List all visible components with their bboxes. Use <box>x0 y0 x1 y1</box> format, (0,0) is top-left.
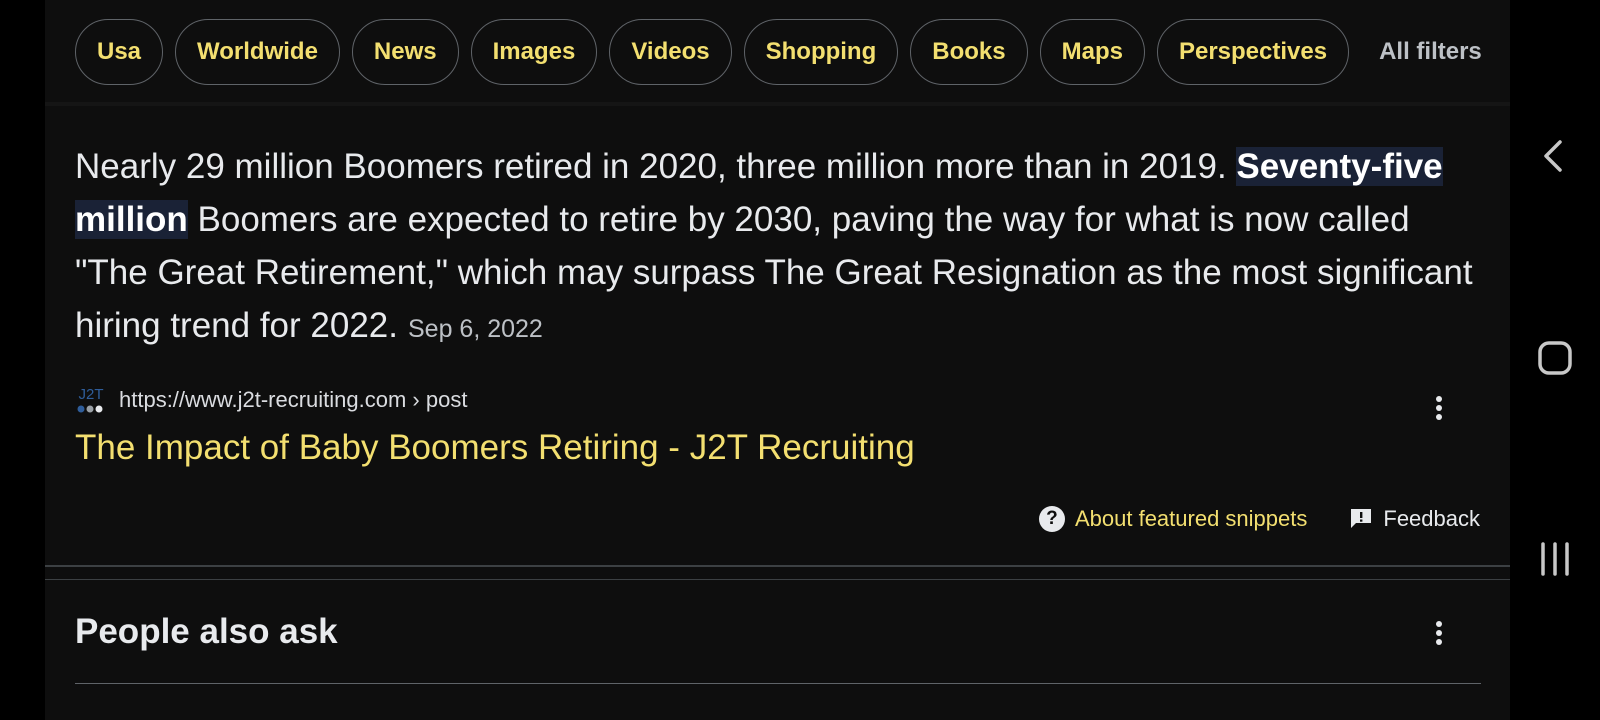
featured-snippet-text: Nearly 29 million Boomers retired in 202… <box>75 140 1475 356</box>
favicon-letters: J2T <box>78 386 103 403</box>
result-source[interactable]: J2T https://www.j2t-recruiting.com › pos… <box>75 384 467 416</box>
site-favicon: J2T <box>75 384 107 416</box>
chip-worldwide[interactable]: Worldwide <box>175 19 340 85</box>
result-url: https://www.j2t-recruiting.com › post <box>119 387 468 412</box>
question-circle-icon: ? <box>1038 506 1065 532</box>
more-vert-icon[interactable] <box>1429 393 1449 423</box>
chip-images[interactable]: Images <box>470 19 598 85</box>
section-divider <box>45 579 1510 580</box>
chip-news[interactable]: News <box>351 19 459 85</box>
recents-icon[interactable] <box>1535 539 1575 579</box>
result-title-link[interactable]: The Impact of Baby Boomers Retiring - J2… <box>75 428 915 468</box>
filter-chips: Usa Worldwide News Images Videos Shoppin… <box>75 19 1490 85</box>
snippet-footer: ? About featured snippets Feedback <box>1038 506 1480 532</box>
people-also-ask-title: People also ask <box>75 612 338 651</box>
all-filters-button[interactable]: All filters <box>1361 19 1490 85</box>
more-vert-icon[interactable] <box>1429 618 1449 648</box>
snippet-text-after: Boomers are expected to retire by 2030, … <box>75 200 1473 345</box>
home-icon[interactable] <box>1535 338 1575 378</box>
chip-perspectives[interactable]: Perspectives <box>1156 19 1350 85</box>
snippet-text-before: Nearly 29 million Boomers retired in 202… <box>75 147 1237 186</box>
snippet-date: Sep 6, 2022 <box>407 315 543 343</box>
filter-chips-bar: Usa Worldwide News Images Videos Shoppin… <box>45 0 1510 106</box>
chip-usa[interactable]: Usa <box>75 19 164 85</box>
people-also-ask-divider <box>75 683 1481 684</box>
chip-maps[interactable]: Maps <box>1039 19 1145 85</box>
chip-shopping[interactable]: Shopping <box>743 19 899 85</box>
chip-videos[interactable]: Videos <box>609 19 732 85</box>
feedback-label: Feedback <box>1383 506 1480 531</box>
browser-viewport: Usa Worldwide News Images Videos Shoppin… <box>45 0 1510 720</box>
chip-books[interactable]: Books <box>910 19 1028 85</box>
feedback-button[interactable]: Feedback <box>1349 506 1480 532</box>
about-featured-snippets-link[interactable]: ? About featured snippets <box>1038 506 1308 532</box>
back-icon[interactable] <box>1535 136 1575 176</box>
feedback-icon <box>1351 509 1372 528</box>
about-label: About featured snippets <box>1074 506 1308 531</box>
section-divider <box>45 565 1510 567</box>
system-navigation-bar <box>1510 0 1600 720</box>
